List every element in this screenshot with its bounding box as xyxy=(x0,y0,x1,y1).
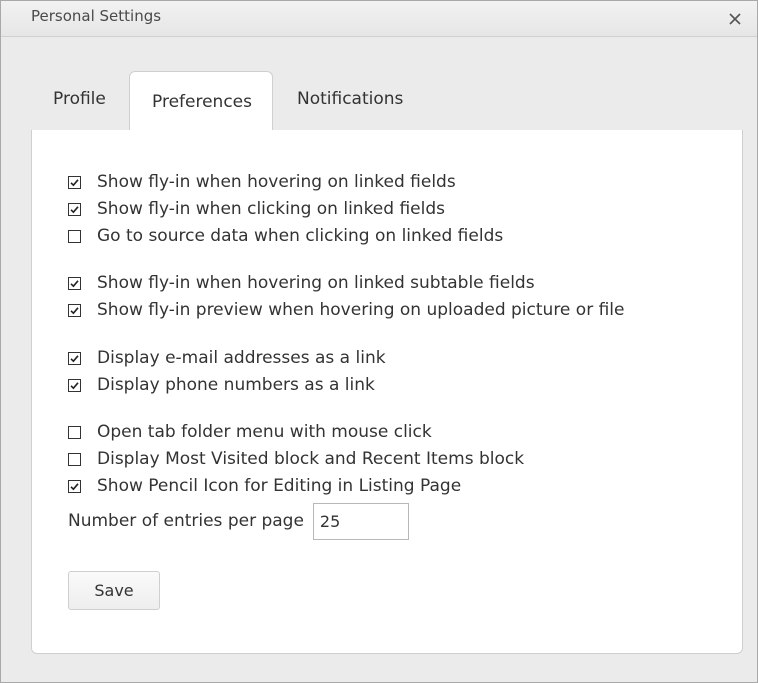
checkbox-checked[interactable] xyxy=(68,351,81,365)
checkmark-icon xyxy=(70,205,79,213)
option-row[interactable]: Show Pencil Icon for Editing in Listing … xyxy=(68,475,461,497)
option-row[interactable]: Display phone numbers as a link xyxy=(68,374,375,396)
checkbox-checked[interactable] xyxy=(68,479,81,493)
checkmark-icon xyxy=(70,306,79,314)
tab-notifications[interactable]: Notifications xyxy=(275,71,435,130)
tab-preferences[interactable]: Preferences xyxy=(129,71,273,131)
checkmark-icon xyxy=(70,381,79,389)
checkmark-icon xyxy=(70,178,79,186)
checkbox-unchecked[interactable] xyxy=(68,425,81,439)
checkbox-unchecked[interactable] xyxy=(68,452,81,466)
checkmark-icon xyxy=(70,279,79,287)
option-label: Open tab folder menu with mouse click xyxy=(97,422,432,442)
option-row[interactable]: Open tab folder menu with mouse click xyxy=(68,421,432,443)
option-label: Show fly-in when clicking on linked fiel… xyxy=(97,199,446,219)
option-label: Show fly-in when hovering on linked fiel… xyxy=(97,172,456,192)
close-icon[interactable] xyxy=(727,11,743,27)
option-label: Show Pencil Icon for Editing in Listing … xyxy=(97,476,462,496)
checkbox-checked[interactable] xyxy=(68,202,81,216)
option-row[interactable]: Show fly-in preview when hovering on upl… xyxy=(68,299,624,321)
save-button[interactable]: Save xyxy=(68,571,160,610)
option-label: Show fly-in preview when hovering on upl… xyxy=(97,300,625,320)
checkbox-unchecked[interactable] xyxy=(68,229,81,243)
checkmark-icon xyxy=(70,482,79,490)
option-row[interactable]: Go to source data when clicking on linke… xyxy=(68,225,503,247)
option-label: Go to source data when clicking on linke… xyxy=(97,226,504,246)
tab-preferences-label: Preferences xyxy=(152,92,252,112)
checkbox-checked[interactable] xyxy=(68,303,81,317)
personal-settings-dialog: Personal Settings Profile Preferences No… xyxy=(0,0,758,683)
dialog-body: Profile Preferences Notifications Show f… xyxy=(1,37,757,682)
option-row[interactable]: Show fly-in when hovering on linked subt… xyxy=(68,272,535,294)
option-label: Display Most Visited block and Recent It… xyxy=(97,449,525,469)
tab-profile-label: Profile xyxy=(53,89,106,109)
tab-notifications-label: Notifications xyxy=(297,89,404,109)
option-row[interactable]: Show fly-in when clicking on linked fiel… xyxy=(68,198,445,220)
checkmark-icon xyxy=(70,354,79,362)
preferences-panel: Show fly-in when hovering on linked fiel… xyxy=(31,130,743,654)
dialog-titlebar: Personal Settings xyxy=(1,1,757,37)
checkbox-checked[interactable] xyxy=(68,276,81,290)
option-label: Display phone numbers as a link xyxy=(97,375,375,395)
option-row[interactable]: Display Most Visited block and Recent It… xyxy=(68,448,524,470)
checkbox-checked[interactable] xyxy=(68,378,81,392)
tab-profile[interactable]: Profile xyxy=(31,71,129,130)
entries-per-page-label: Number of entries per page xyxy=(68,511,304,531)
dialog-title: Personal Settings xyxy=(31,7,162,25)
option-row[interactable]: Show fly-in when hovering on linked fiel… xyxy=(68,171,456,193)
option-label: Show fly-in when hovering on linked subt… xyxy=(97,273,535,293)
checkbox-checked[interactable] xyxy=(68,175,81,189)
entries-per-page-row: Number of entries per page xyxy=(68,502,409,540)
entries-per-page-input[interactable] xyxy=(312,502,409,540)
option-row[interactable]: Display e-mail addresses as a link xyxy=(68,347,386,369)
option-label: Display e-mail addresses as a link xyxy=(97,348,386,368)
